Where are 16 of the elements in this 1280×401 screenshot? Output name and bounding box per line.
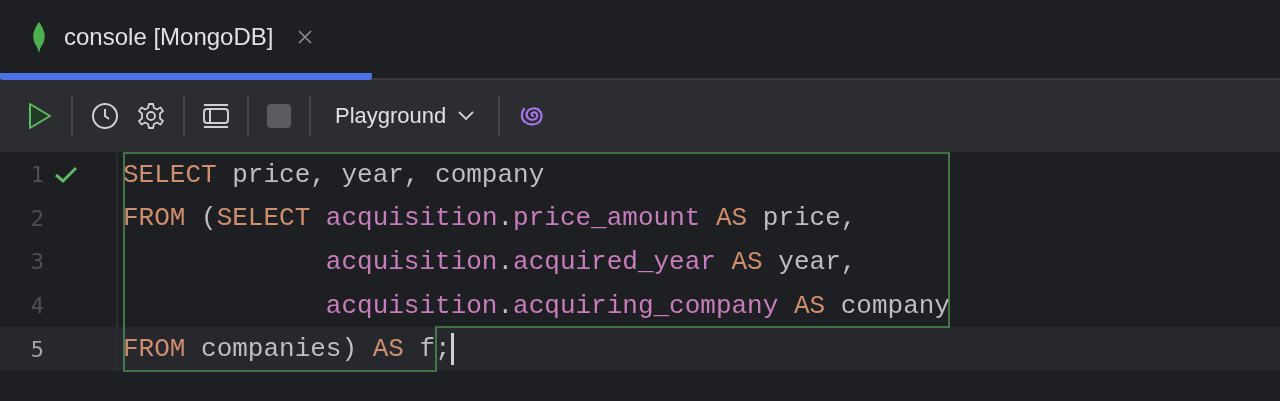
code-line: acquisition.acquiring_company AS company bbox=[324, 290, 950, 321]
layout-icon[interactable] bbox=[203, 103, 229, 129]
history-icon[interactable] bbox=[91, 102, 119, 130]
settings-icon[interactable] bbox=[137, 102, 165, 130]
chevron-down-icon bbox=[458, 111, 475, 121]
schema-dropdown[interactable]: Playground bbox=[329, 103, 481, 129]
run-icon[interactable] bbox=[27, 102, 53, 130]
code-line: FROM companies) AS f; bbox=[123, 334, 451, 365]
code-line: acquisition.acquired_year AS year, bbox=[324, 247, 857, 277]
leaf-icon bbox=[32, 20, 46, 53]
text-cursor bbox=[450, 333, 454, 366]
close-icon[interactable] bbox=[297, 28, 314, 45]
code-line: FROM (SELECT acquisition.price_amount AS price, bbox=[123, 203, 857, 234]
code-line: SELECT price, year, company bbox=[123, 159, 545, 190]
check-icon bbox=[54, 165, 78, 184]
line-number: 5 bbox=[29, 336, 44, 362]
